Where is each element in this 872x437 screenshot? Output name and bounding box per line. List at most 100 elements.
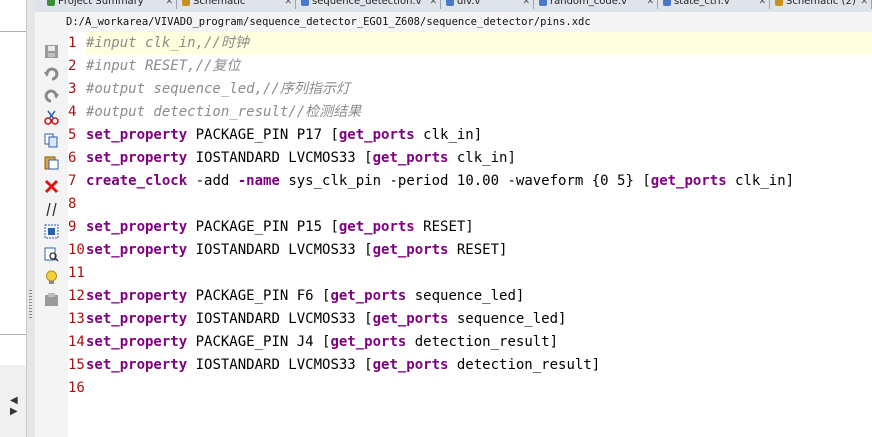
left-panel: ◀ ▶ — [0, 0, 27, 437]
code-line[interactable]: set_property IOSTANDARD LVCMOS33 [get_po… — [86, 239, 507, 262]
code-line[interactable]: create_clock -add -name sys_clk_pin -per… — [86, 170, 794, 193]
keyword-token: create_clock — [86, 173, 188, 189]
code-token: PACKAGE_PIN P15 [ — [187, 219, 339, 235]
keyword-token: set_property — [86, 311, 188, 327]
code-token: clk_in] — [726, 173, 795, 189]
code-line[interactable]: #input RESET,//复位 — [86, 55, 240, 78]
keyword-token: set_property — [86, 150, 188, 166]
code-token: sequence_led] — [406, 288, 525, 304]
file-icon — [663, 0, 671, 6]
keyword-token: set_property — [86, 357, 188, 373]
tab-label: Schematic (2) — [786, 0, 856, 7]
select-all-icon[interactable] — [43, 223, 60, 240]
code-line[interactable]: set_property PACKAGE_PIN P17 [get_ports … — [86, 124, 482, 147]
code-token: IOSTANDARD LVCMOS33 [ — [187, 150, 373, 166]
close-icon[interactable]: ✕ — [522, 0, 530, 9]
hint-icon[interactable] — [43, 269, 60, 286]
tab-label: random_code.v — [550, 0, 627, 7]
file-icon — [539, 0, 547, 6]
delete-icon[interactable] — [43, 178, 60, 195]
file-icon — [182, 0, 190, 6]
code-token: clk_in] — [448, 150, 516, 166]
close-icon[interactable]: ✕ — [646, 0, 654, 9]
tab-project-summary[interactable]: Project Summary ✕ — [45, 0, 177, 9]
comment-token: #input RESET,//复位 — [86, 58, 241, 74]
panel-divider — [0, 31, 26, 32]
tab-label: div.v — [457, 0, 481, 7]
code-token: sys_clk_pin -period 10.00 -waveform {0 5… — [279, 173, 651, 189]
keyword-token: get_ports — [650, 173, 727, 189]
line-number: 15 — [68, 357, 85, 373]
paste-icon[interactable] — [43, 154, 60, 171]
line-number: 12 — [68, 288, 85, 304]
code-line[interactable]: set_property PACKAGE_PIN F6 [get_ports s… — [86, 285, 524, 308]
code-token: detection_result] — [448, 357, 601, 373]
panel-splitter[interactable] — [27, 0, 35, 437]
code-line[interactable]: set_property IOSTANDARD LVCMOS33 [get_po… — [86, 354, 600, 377]
code-token: sequence_led] — [448, 311, 567, 327]
tab-sequence-detection-v[interactable]: sequence_detection.v ✕ — [299, 0, 441, 9]
code-line[interactable]: set_property PACKAGE_PIN J4 [get_ports d… — [86, 331, 558, 354]
file-path-bar: D:/A_workarea/VIVADO_program/sequence_de… — [35, 12, 872, 33]
code-line[interactable]: #output detection_result//检测结果 — [86, 101, 361, 124]
line-number: 4 — [68, 104, 77, 120]
line-number: 9 — [68, 219, 77, 235]
tab-schematic[interactable]: Schematic ✕ — [180, 0, 296, 9]
keyword-token: set_property — [86, 127, 188, 143]
code-line[interactable]: #output sequence_led,//序列指示灯 — [86, 78, 350, 101]
copy-icon[interactable] — [43, 132, 60, 149]
tab-label: sequence_detection.v — [312, 0, 422, 7]
tab-state-ctrl-v[interactable]: state_ctrl.v ✕ — [661, 0, 770, 9]
code-token: -add — [187, 173, 238, 189]
keyword-token: set_property — [86, 242, 188, 258]
code-token: clk_in] — [414, 127, 483, 143]
redo-icon[interactable] — [43, 87, 60, 104]
cut-icon[interactable] — [43, 109, 60, 126]
horizontal-scroll-arrows[interactable]: ◀ ▶ — [10, 395, 26, 417]
file-icon — [47, 0, 55, 6]
close-icon[interactable]: ✕ — [429, 0, 437, 9]
close-icon[interactable]: ✕ — [758, 0, 766, 9]
splitter-grip[interactable] — [29, 290, 32, 318]
code-line[interactable]: set_property PACKAGE_PIN P15 [get_ports … — [86, 216, 474, 239]
close-icon[interactable]: ✕ — [860, 0, 868, 9]
find-icon[interactable] — [43, 246, 60, 263]
undo-icon[interactable] — [43, 65, 60, 82]
tab-label: Schematic — [193, 0, 246, 7]
template-icon[interactable] — [43, 291, 60, 308]
line-number: 7 — [68, 173, 77, 189]
line-number: 14 — [68, 334, 85, 350]
file-icon — [301, 0, 309, 6]
tab-div-v[interactable]: div.v ✕ — [444, 0, 534, 9]
keyword-token: get_ports — [338, 219, 415, 235]
close-icon[interactable]: ✕ — [165, 0, 173, 9]
code-token: IOSTANDARD LVCMOS33 [ — [187, 242, 373, 258]
keyword-token: get_ports — [330, 288, 407, 304]
close-icon[interactable]: ✕ — [284, 0, 292, 9]
line-number: 10 — [68, 242, 85, 258]
keyword-token: get_ports — [330, 334, 407, 350]
keyword-token: get_ports — [338, 127, 415, 143]
code-token: detection_result] — [406, 334, 559, 350]
code-line[interactable]: set_property IOSTANDARD LVCMOS33 [get_po… — [86, 147, 516, 170]
keyword-token: set_property — [86, 288, 188, 304]
tab-schematic-2[interactable]: Schematic (2) ✕ — [773, 0, 872, 9]
code-editor[interactable]: #input clk_in,//时钟 #input RESET,//复位 #outp… — [86, 32, 872, 437]
tab-random-code-v[interactable]: random_code.v ✕ — [537, 0, 658, 9]
line-number: 1 — [68, 35, 77, 51]
code-token: PACKAGE_PIN F6 [ — [187, 288, 331, 304]
comment-toggle-icon[interactable] — [43, 201, 60, 218]
line-number: 16 — [68, 380, 85, 396]
line-number: 6 — [68, 150, 77, 166]
code-line[interactable]: set_property IOSTANDARD LVCMOS33 [get_po… — [86, 308, 566, 331]
file-path: D:/A_workarea/VIVADO_program/sequence_de… — [66, 16, 591, 28]
keyword-token: get_ports — [372, 242, 449, 258]
save-icon[interactable] — [43, 43, 60, 60]
keyword-token: -name — [237, 173, 280, 189]
code-line[interactable]: #input clk_in,//时钟 — [86, 32, 249, 55]
line-number: 3 — [68, 81, 77, 97]
file-icon — [446, 0, 454, 6]
editor-toolbar — [35, 32, 69, 437]
keyword-token: get_ports — [372, 150, 449, 166]
tab-label: Project Summary — [58, 0, 144, 7]
